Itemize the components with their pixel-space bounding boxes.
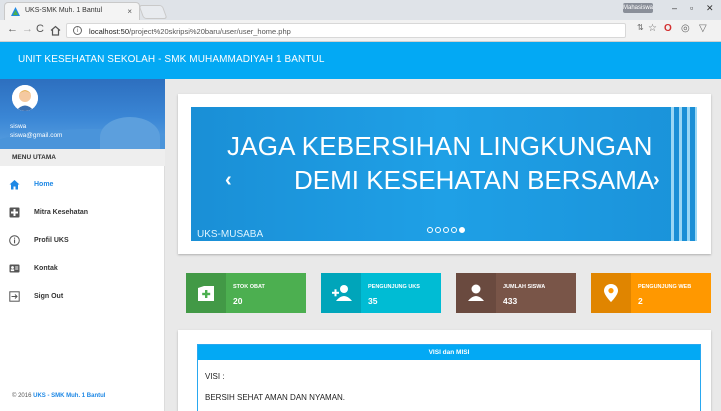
new-tab-button[interactable] <box>138 5 168 19</box>
slide-heading-line1: JAGA KEBERSIHAN LINGKUNGAN <box>227 131 653 161</box>
info-box-label: PENGUNJUNG UKS <box>368 284 420 290</box>
sign-out-icon <box>9 291 20 302</box>
location-pin-icon <box>604 284 618 302</box>
footer-link[interactable]: UKS - SMK Muh. 1 Bantul <box>33 393 105 399</box>
menu-header: MENU UTAMA <box>0 149 165 166</box>
carousel-indicator-dot[interactable] <box>443 227 449 233</box>
carousel-slide: JAGA KEBERSIHAN LINGKUNGAN DEMI KESEHATA… <box>191 107 697 241</box>
close-window-icon[interactable]: ✕ <box>706 3 714 14</box>
footer-copyright: © 2016 <box>12 393 32 399</box>
visi-text: BERSIH SEHAT AMAN DAN NYAMAN. <box>205 393 346 402</box>
sidebar-item-label: Profil UKS <box>34 237 69 244</box>
medical-box-icon <box>9 207 20 218</box>
user-name[interactable]: siswa <box>10 123 26 130</box>
contact-card-icon <box>9 264 20 273</box>
carousel-indicator-dot[interactable] <box>459 227 465 233</box>
app-title: UNIT KESEHATAN SEKOLAH - SMK MUHAMMADIYA… <box>18 54 325 65</box>
sidebar: siswa siswa@gmail.com MENU UTAMA Home Mi… <box>0 79 165 411</box>
sidebar-item-profil-uks[interactable]: Profil UKS <box>0 227 165 255</box>
carousel-indicator-dot[interactable] <box>427 227 433 233</box>
carousel-indicator-dot[interactable] <box>435 227 441 233</box>
info-box-icon-area <box>186 273 226 313</box>
info-box-value: 433 <box>503 296 518 306</box>
info-box-pengunjung-web[interactable]: PENGUNJUNG WEB 2 <box>591 273 711 313</box>
sidebar-item-home[interactable]: Home <box>0 171 165 199</box>
info-box-label: JUMLAH SISWA <box>503 284 546 290</box>
tab-title: UKS-SMK Muh. 1 Bantul <box>25 7 103 14</box>
info-box-label: PENGUNJUNG WEB <box>638 284 692 290</box>
sidebar-item-label: Mitra Kesehatan <box>34 209 89 216</box>
visi-label: VISI : <box>205 372 225 381</box>
bookmark-star-icon[interactable]: ☆ <box>648 23 657 34</box>
avatar[interactable] <box>12 85 38 111</box>
info-box-icon-area <box>321 273 361 313</box>
user-info-panel: siswa siswa@gmail.com <box>0 79 165 149</box>
sidebar-item-label: Home <box>34 181 54 188</box>
info-box-value: 2 <box>638 296 643 306</box>
minimize-icon[interactable]: – <box>672 3 677 13</box>
sidebar-footer: © 2016 UKS - SMK Muh. 1 Bantul <box>12 393 105 399</box>
maximize-icon[interactable]: ▫ <box>690 3 693 13</box>
info-box-label: STOK OBAT <box>233 284 265 290</box>
person-icon <box>468 284 484 301</box>
info-box-stok-obat[interactable]: STOK OBAT 20 <box>186 273 306 313</box>
sidebar-item-mitra-kesehatan[interactable]: Mitra Kesehatan <box>0 199 165 227</box>
carousel-indicator-dot[interactable] <box>451 227 457 233</box>
extension-opera-icon[interactable]: O <box>664 23 672 34</box>
favicon-icon <box>11 7 20 16</box>
home-browser-icon[interactable] <box>50 25 61 36</box>
sidebar-item-label: Sign Out <box>34 293 64 300</box>
extension-icon[interactable]: ◎ <box>681 23 690 34</box>
url-path: /project%20skripsi%20baru/user/user_home… <box>129 27 291 36</box>
carousel-prev-button[interactable]: ‹ <box>225 170 232 190</box>
translate-icon[interactable]: ⇅ <box>637 23 644 32</box>
user-avatar-icon <box>12 85 38 111</box>
slide-decoration-stripes <box>671 107 697 241</box>
slide-brand: UKS-MUSABA <box>197 229 264 240</box>
home-icon <box>9 180 20 190</box>
person-add-icon <box>332 285 352 301</box>
sidebar-item-kontak[interactable]: Kontak <box>0 255 165 283</box>
carousel-next-button[interactable]: › <box>653 170 660 190</box>
app-header: UNIT KESEHATAN SEKOLAH - SMK MUHAMMADIYA… <box>0 42 721 79</box>
extension-filter-icon[interactable]: ▽ <box>699 23 707 34</box>
visi-misi-panel: VISI dan MISI VISI : BERSIH SEHAT AMAN D… <box>197 344 701 411</box>
carousel-indicators <box>427 220 467 233</box>
info-box-icon-area <box>591 273 631 313</box>
address-bar[interactable]: i localhost:50/project%20skripsi%20baru/… <box>66 23 626 38</box>
browser-tab[interactable]: UKS-SMK Muh. 1 Bantul × <box>4 2 140 20</box>
info-box-jumlah-siswa[interactable]: JUMLAH SISWA 433 <box>456 273 576 313</box>
carousel-card: JAGA KEBERSIHAN LINGKUNGAN DEMI KESEHATA… <box>178 94 711 254</box>
visi-misi-heading: VISI dan MISI <box>198 345 700 360</box>
visi-misi-card: VISI dan MISI VISI : BERSIH SEHAT AMAN D… <box>178 330 711 411</box>
background-dome <box>100 117 160 149</box>
info-box-icon-area <box>456 273 496 313</box>
info-box-pengunjung-uks[interactable]: PENGUNJUNG UKS 35 <box>321 273 441 313</box>
browser-tab-bar: UKS-SMK Muh. 1 Bantul × Mahasiswa – ▫ ✕ <box>0 0 721 20</box>
info-box-value: 20 <box>233 296 243 306</box>
medicine-box-icon <box>198 286 214 301</box>
sidebar-item-sign-out[interactable]: Sign Out <box>0 283 165 311</box>
sidebar-item-label: Kontak <box>34 265 58 272</box>
info-box-value: 35 <box>368 296 378 306</box>
user-email: siswa@gmail.com <box>10 132 63 139</box>
site-info-icon[interactable]: i <box>73 26 82 35</box>
reload-icon[interactable]: C <box>36 23 44 35</box>
tab-close-icon[interactable]: × <box>127 7 132 16</box>
info-icon <box>9 235 20 246</box>
browser-toolbar: ← → C i localhost:50/project%20skripsi%2… <box>0 20 721 42</box>
slide-heading-line2: DEMI KESEHATAN BERSAMA <box>294 165 655 195</box>
url-host: localhost:50 <box>89 27 130 36</box>
browser-profile-badge[interactable]: Mahasiswa <box>623 3 653 13</box>
back-icon[interactable]: ← <box>7 23 18 35</box>
forward-icon[interactable]: → <box>22 23 33 35</box>
